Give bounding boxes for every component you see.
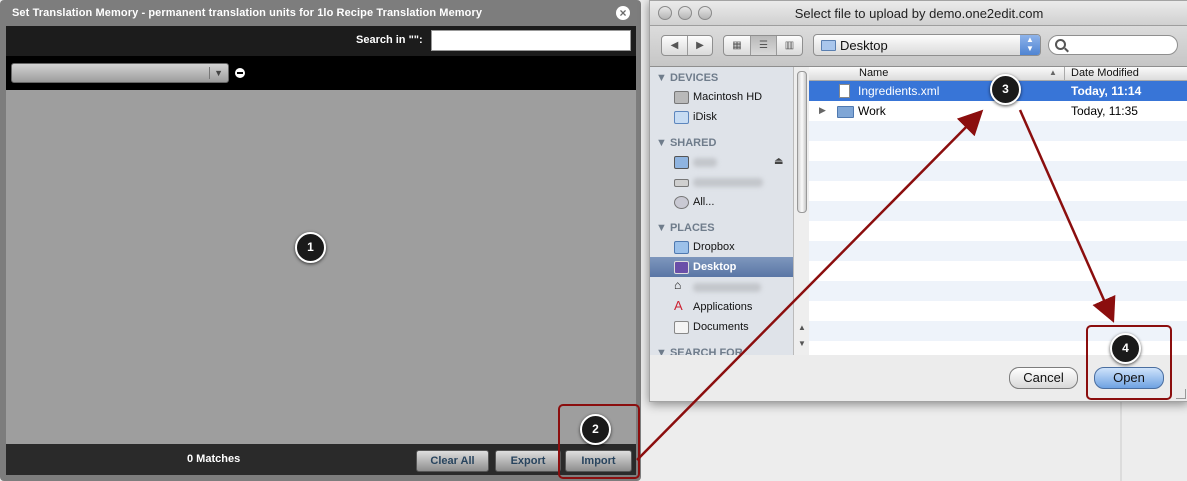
annotation-arrows (636, 109, 1116, 461)
step-badge-2: 2 (580, 414, 611, 445)
step-badge-1: 1 (295, 232, 326, 263)
step-badge-4: 4 (1110, 333, 1141, 364)
step-badge-3: 3 (990, 74, 1021, 105)
arrow-import-to-file (636, 109, 984, 461)
arrow-file-to-open (1018, 109, 1116, 323)
